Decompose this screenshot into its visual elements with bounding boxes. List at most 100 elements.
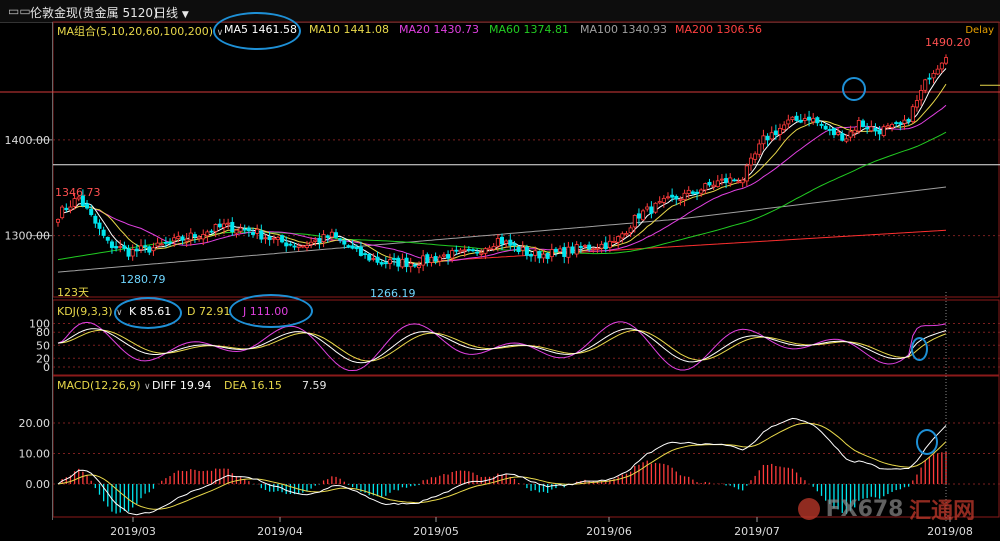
candle-up bbox=[748, 157, 753, 166]
candle-down bbox=[93, 215, 98, 224]
period-count-label: 123天 bbox=[57, 286, 89, 299]
candle-down bbox=[861, 120, 866, 127]
candle-up bbox=[890, 123, 895, 128]
candle-down bbox=[873, 127, 878, 132]
candle-up bbox=[678, 198, 683, 201]
candle-up bbox=[429, 257, 434, 263]
candle-up bbox=[201, 234, 206, 240]
candle-up bbox=[665, 196, 670, 199]
low-label: 1266.19 bbox=[370, 287, 416, 300]
candle-up bbox=[657, 201, 662, 204]
candle-up bbox=[595, 247, 600, 250]
candle-down bbox=[105, 236, 110, 241]
candle-up bbox=[761, 135, 766, 145]
candle-down bbox=[475, 251, 480, 254]
candle-down bbox=[603, 242, 608, 250]
candle-up bbox=[628, 227, 633, 233]
candle-down bbox=[242, 228, 247, 231]
kdj-legend: KDJ(9,3,3) ∨ bbox=[57, 305, 123, 318]
candle-up bbox=[744, 165, 749, 182]
ma20-value: MA20 1430.73 bbox=[399, 23, 479, 36]
candle-up bbox=[703, 183, 708, 191]
candle-up bbox=[852, 129, 857, 134]
candle-down bbox=[180, 236, 185, 241]
candle-up bbox=[238, 227, 243, 232]
candle-up bbox=[271, 237, 276, 240]
candle-down bbox=[346, 245, 351, 248]
candle-up bbox=[255, 228, 260, 234]
candle-up bbox=[226, 222, 231, 225]
candle-up bbox=[616, 236, 621, 243]
macd-tick-label: 0.00 bbox=[26, 478, 51, 491]
watermark-cn: 汇通网 bbox=[909, 499, 976, 524]
candle-up bbox=[450, 250, 455, 259]
watermark-brand: FX678 bbox=[825, 496, 904, 522]
candle-down bbox=[529, 254, 534, 257]
candle-up bbox=[844, 138, 849, 142]
candle-down bbox=[524, 246, 529, 256]
candle-down bbox=[827, 129, 832, 131]
x-tick-label: 2019/05 bbox=[413, 525, 459, 538]
candle-up bbox=[371, 258, 376, 260]
candle-down bbox=[927, 77, 932, 80]
candle-up bbox=[441, 254, 446, 257]
chart-canvas[interactable]: 1400.00 1300.00 1346.73 1280.79 1266.19 1490.… bbox=[0, 0, 1000, 541]
candle-up bbox=[914, 100, 919, 108]
candle-up bbox=[574, 244, 579, 255]
candle-up bbox=[483, 248, 488, 254]
candle-down bbox=[446, 254, 451, 259]
ma5-value: MA5 1461.58 bbox=[224, 23, 297, 36]
candle-up bbox=[458, 249, 463, 253]
chevron-down-icon[interactable]: ∨ bbox=[116, 308, 123, 318]
candle-down bbox=[636, 213, 641, 219]
candle-down bbox=[798, 119, 803, 123]
candle-up bbox=[682, 192, 687, 200]
candle-up bbox=[591, 248, 596, 251]
candle-up bbox=[620, 233, 625, 239]
candle-down bbox=[516, 246, 521, 253]
candle-down bbox=[674, 195, 679, 200]
chevron-down-icon[interactable]: ∨ bbox=[144, 382, 151, 392]
candle-up bbox=[753, 153, 758, 160]
candle-down bbox=[537, 251, 542, 259]
candle-down bbox=[334, 232, 339, 238]
candle-up bbox=[234, 229, 239, 234]
chevron-down-icon[interactable]: ∨ bbox=[217, 28, 224, 38]
candle-down bbox=[89, 208, 94, 216]
candle-up bbox=[504, 240, 509, 244]
y-tick-label: 1400.00 bbox=[5, 134, 51, 147]
candle-up bbox=[495, 237, 500, 247]
candle-up bbox=[599, 243, 604, 249]
ma10-line bbox=[66, 83, 947, 264]
candle-up bbox=[188, 232, 193, 241]
candle-down bbox=[64, 207, 69, 211]
candle-up bbox=[68, 206, 73, 211]
candle-up bbox=[313, 239, 318, 242]
candle-down bbox=[690, 191, 695, 194]
ma100-value: MA100 1340.93 bbox=[580, 23, 667, 36]
candle-down bbox=[562, 247, 567, 257]
candle-up bbox=[118, 246, 123, 248]
candle-down bbox=[134, 248, 139, 252]
candle-up bbox=[856, 120, 861, 132]
candle-up bbox=[919, 90, 924, 101]
candle-up bbox=[437, 256, 442, 262]
candle-down bbox=[512, 243, 517, 246]
candle-up bbox=[400, 259, 405, 268]
candle-up bbox=[802, 118, 807, 121]
candle-down bbox=[383, 262, 388, 265]
macd-diff-value: DIFF 19.94 bbox=[152, 379, 212, 392]
candle-up bbox=[417, 265, 422, 269]
candle-up bbox=[786, 119, 791, 125]
candle-down bbox=[168, 241, 173, 244]
candle-down bbox=[670, 194, 675, 198]
candle-up bbox=[931, 72, 936, 79]
candle-up bbox=[719, 178, 724, 181]
candle-up bbox=[329, 231, 334, 238]
watermark-logo-icon bbox=[798, 498, 820, 520]
candle-up bbox=[811, 117, 816, 123]
candle-up bbox=[661, 197, 666, 203]
macd-dea-value: DEA 16.15 bbox=[224, 379, 282, 392]
candle-down bbox=[267, 236, 272, 241]
candle-up bbox=[309, 241, 314, 245]
